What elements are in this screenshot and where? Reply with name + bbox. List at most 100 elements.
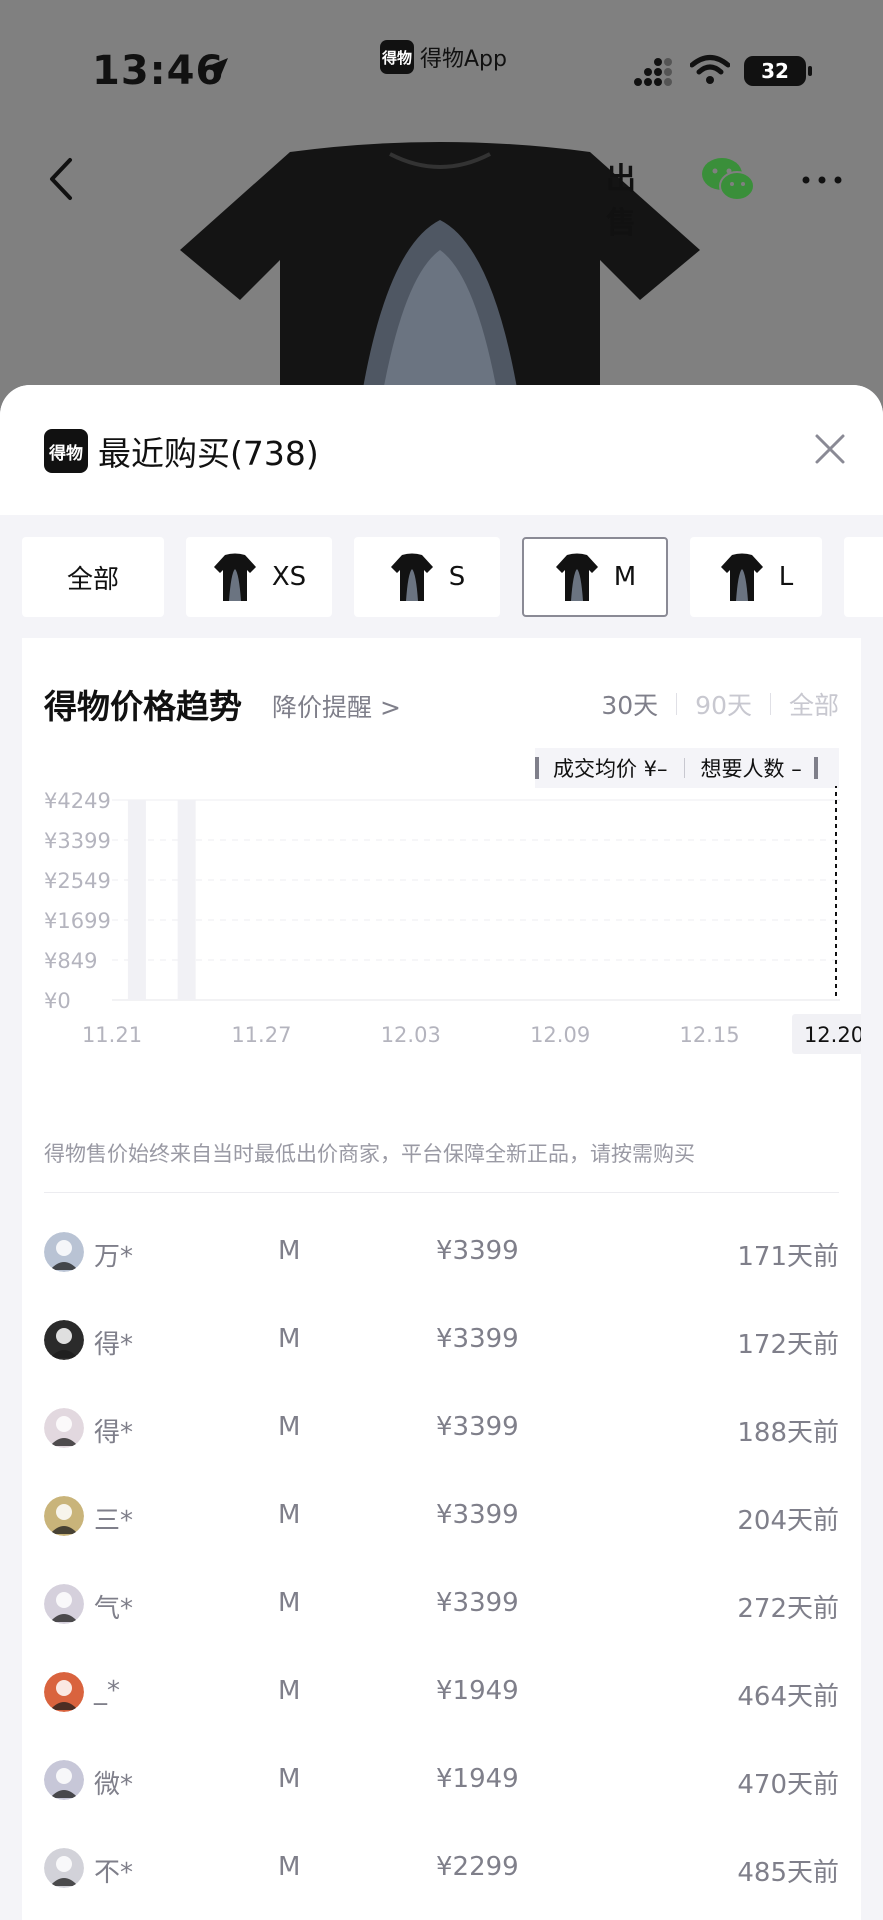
range-tab-30d[interactable]: 30天 [601, 686, 658, 722]
battery-icon: 32 [744, 56, 812, 86]
purchase-price: ¥3399 [436, 1412, 519, 1442]
purchase-size: M [278, 1588, 301, 1618]
legend-marker [813, 757, 818, 779]
buyer-name: 不* [94, 1858, 134, 1888]
purchase-size: M [278, 1852, 301, 1882]
size-filter-tabs: 全部 XS S M L [22, 537, 883, 617]
status-bar: 13:46 得物 得物App 32 [0, 0, 883, 120]
purchase-time: 188天前 [737, 1418, 839, 1448]
buyer-name: 得* [94, 1330, 134, 1360]
x-tick-label: 12.09 [530, 1023, 590, 1047]
purchase-price: ¥1949 [436, 1764, 519, 1794]
size-tab-label: L [778, 562, 794, 592]
x-tick-label: 12.20 [804, 1023, 861, 1047]
tee-thumbnail-icon [720, 553, 763, 601]
product-background: 13:46 得物 得物App 32 出售 [0, 0, 883, 420]
size-tab-s[interactable]: S [354, 537, 500, 617]
price-drop-alert-link[interactable]: 降价提醒 > [272, 688, 401, 724]
buyer-avatar [44, 1672, 84, 1712]
buyer-name: 得* [94, 1418, 134, 1448]
wechat-icon[interactable] [700, 154, 756, 204]
y-tick-label: ¥0 [44, 989, 71, 1013]
buyer-name: 三* [94, 1506, 134, 1536]
buyer-avatar [44, 1760, 84, 1800]
purchase-time: 272天前 [737, 1594, 839, 1624]
size-tab-label: 全部 [66, 564, 119, 595]
location-arrow-icon [204, 58, 228, 82]
purchase-size: M [278, 1324, 301, 1354]
size-tab-xs[interactable]: XS [186, 537, 332, 617]
size-tab-m[interactable]: M [522, 537, 668, 617]
purchase-record-row: 三* M ¥3399 204天前 [44, 1472, 839, 1560]
buyer-avatar [44, 1584, 84, 1624]
buyer-name: 气* [94, 1594, 134, 1624]
purchase-size: M [278, 1500, 301, 1530]
tee-thumbnail-icon [390, 553, 433, 601]
chart-bar [127, 800, 146, 1000]
purchase-time: 172天前 [737, 1330, 839, 1360]
purchase-size: M [278, 1236, 301, 1266]
product-nav-bar: 出售 [0, 140, 883, 241]
time-range-tabs: 30天 90天 全部 [601, 686, 839, 722]
size-tab-label: XS [271, 562, 307, 592]
purchase-time: 204天前 [737, 1506, 839, 1536]
purchase-price: ¥2299 [436, 1852, 519, 1882]
size-tab-全部[interactable]: 全部 [22, 537, 164, 617]
purchase-price: ¥1949 [436, 1676, 519, 1706]
purchase-size: M [278, 1764, 301, 1794]
legend-divider [683, 758, 685, 778]
x-tick-label: 12.03 [381, 1023, 441, 1047]
purchase-price: ¥3399 [436, 1500, 519, 1530]
purchase-record-row: 万* M ¥3399 171天前 [44, 1208, 839, 1296]
range-divider [676, 693, 678, 715]
wifi-icon [690, 55, 730, 84]
purchase-record-row: 气* M ¥3399 272天前 [44, 1560, 839, 1648]
more-icon[interactable] [800, 170, 844, 190]
y-tick-label: ¥849 [44, 949, 97, 973]
purchase-record-row: _* M ¥1949 464天前 [44, 1648, 839, 1736]
purchase-price: ¥3399 [436, 1236, 519, 1266]
buyer-avatar [44, 1848, 84, 1888]
purchase-size: M [278, 1412, 301, 1442]
range-tab-all[interactable]: 全部 [789, 686, 839, 722]
size-tab-label: S [448, 562, 466, 592]
purchase-record-row: 不* M ¥2299 485天前 [44, 1824, 839, 1912]
chart-bar [177, 800, 196, 1000]
range-tab-90d[interactable]: 90天 [695, 686, 752, 722]
purchase-time: 171天前 [737, 1242, 839, 1272]
buyer-avatar [44, 1232, 84, 1272]
back-icon[interactable] [46, 156, 76, 202]
legend-want-count: 想要人数 – [700, 757, 802, 781]
buyer-name: _* [94, 1676, 120, 1706]
y-tick-label: ¥3399 [44, 829, 111, 853]
buyer-name: 微* [94, 1770, 134, 1800]
purchase-time: 470天前 [737, 1770, 839, 1800]
size-tab-l[interactable]: L [690, 537, 822, 617]
purchase-time: 485天前 [737, 1858, 839, 1888]
buyer-avatar [44, 1496, 84, 1536]
range-divider [769, 693, 771, 715]
back-to-app[interactable]: 得物 得物App [380, 40, 507, 74]
purchase-time: 464天前 [737, 1682, 839, 1712]
sheet-title: 最近购买(738) [98, 434, 319, 473]
purchase-records-list: 万* M ¥3399 171天前 得* M ¥3399 172天前 得* M ¥3399 188天前三… [44, 1208, 839, 1912]
purchase-record-row: 得* M ¥3399 188天前 [44, 1384, 839, 1472]
buyer-name: 万* [94, 1242, 134, 1272]
buyer-avatar [44, 1320, 84, 1360]
chart-tooltip: 成交均价 ¥– 想要人数 – [535, 748, 839, 788]
x-tick-label: 11.27 [231, 1023, 291, 1047]
purchase-size: M [278, 1676, 301, 1706]
recent-purchases-sheet: 得物 最近购买(738) 全部 XS S M L 得物价格趋势 降价提醒 > 30天 9… [0, 385, 883, 1920]
legend-marker [535, 757, 539, 779]
tee-thumbnail-icon [213, 553, 256, 601]
sell-button[interactable]: 出售 [606, 154, 660, 241]
size-tab-more[interactable] [844, 537, 883, 617]
app-name: 得物App [420, 47, 507, 72]
y-tick-label: ¥2549 [44, 869, 111, 893]
close-icon[interactable] [814, 433, 846, 465]
legend-average-price: 成交均价 ¥– [553, 757, 668, 781]
price-trend-chart[interactable]: ¥4249 ¥3399 ¥2549 ¥1699 ¥849 ¥0 11.21 11.27 12.0… [22, 786, 861, 1126]
price-disclaimer: 得物售价始终来自当时最低出价商家，平台保障全新正品，请按需购买 [44, 1142, 695, 1166]
purchase-record-row: 得* M ¥3399 172天前 [44, 1296, 839, 1384]
y-tick-label: ¥4249 [44, 789, 111, 813]
